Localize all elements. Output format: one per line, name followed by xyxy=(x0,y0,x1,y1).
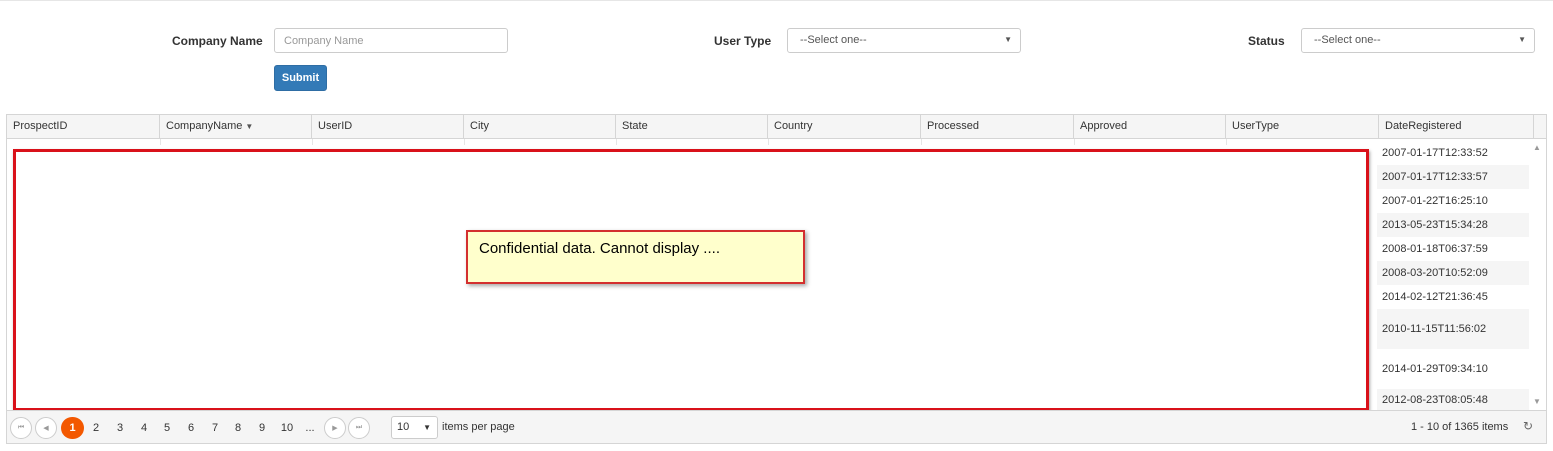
confidential-note: Confidential data. Cannot display .... xyxy=(466,230,805,284)
chevron-down-icon: ▼ xyxy=(423,423,431,432)
column-header-approved[interactable]: Approved xyxy=(1074,115,1226,138)
column-divider xyxy=(160,139,161,145)
first-page-icon[interactable]: ⏮ xyxy=(10,417,32,439)
column-header-prospect-id[interactable]: ProspectID xyxy=(7,115,160,138)
table-cell-date-registered: 2012-08-23T08:05:48 xyxy=(1377,389,1529,410)
prev-page-icon[interactable]: ◀ xyxy=(35,417,57,439)
table-cell-date-registered: 2007-01-17T12:33:52 xyxy=(1377,141,1529,165)
table-cell-date-registered: 2014-01-29T09:34:10 xyxy=(1377,349,1529,389)
page-button-10[interactable]: 10 xyxy=(277,417,297,439)
table-cell-date-registered: 2014-02-12T21:36:45 xyxy=(1377,285,1529,309)
pager-info: 1 - 10 of 1365 items xyxy=(1411,421,1509,433)
grid-header: ProspectID CompanyName ▼ UserID City Stat… xyxy=(7,115,1546,139)
column-header-user-id[interactable]: UserID xyxy=(312,115,464,138)
sort-desc-icon: ▼ xyxy=(245,122,254,131)
page-button-6[interactable]: 6 xyxy=(182,417,200,439)
last-page-icon[interactable]: ⏭ xyxy=(348,417,370,439)
page-button-more[interactable]: ... xyxy=(303,417,317,439)
page-button-3[interactable]: 3 xyxy=(111,417,129,439)
page-size-select[interactable]: 10 ▼ xyxy=(391,416,438,439)
page-button-4[interactable]: 4 xyxy=(135,417,153,439)
scroll-down-icon[interactable]: ▼ xyxy=(1533,397,1541,406)
column-divider xyxy=(616,139,617,145)
page-button-2[interactable]: 2 xyxy=(87,417,105,439)
column-header-user-type[interactable]: UserType xyxy=(1226,115,1379,138)
vertical-scrollbar[interactable]: ▲ ▼ xyxy=(1529,139,1546,410)
submit-button[interactable]: Submit xyxy=(274,65,327,91)
refresh-icon[interactable]: ↻ xyxy=(1523,419,1533,433)
table-cell-date-registered: 2013-05-23T15:34:28 xyxy=(1377,213,1529,237)
column-header-country[interactable]: Country xyxy=(768,115,921,138)
page-button-5[interactable]: 5 xyxy=(158,417,176,439)
items-per-page-label: items per page xyxy=(442,421,515,433)
page-button-9[interactable]: 9 xyxy=(253,417,271,439)
redaction-overlay: Confidential data. Cannot display .... xyxy=(13,149,1369,411)
next-page-icon[interactable]: ▶ xyxy=(324,417,346,439)
page-size-value: 10 xyxy=(397,421,410,433)
column-divider xyxy=(1226,139,1227,145)
scroll-up-icon[interactable]: ▲ xyxy=(1533,143,1541,152)
column-header-state[interactable]: State xyxy=(616,115,768,138)
grid-pager: ⏮ ◀ 1 2 3 4 5 6 7 8 9 10 ... ▶ ⏭ 10 ▼ it… xyxy=(7,410,1546,443)
status-label: Status xyxy=(1248,34,1285,48)
column-divider xyxy=(768,139,769,145)
column-header-date-registered[interactable]: DateRegistered xyxy=(1379,115,1534,138)
status-select[interactable]: --Select one-- ▼ xyxy=(1301,28,1535,53)
page-button-8[interactable]: 8 xyxy=(229,417,247,439)
page-button-7[interactable]: 7 xyxy=(206,417,224,439)
grid-body: 2007-01-17T12:33:52 2007-01-17T12:33:57 … xyxy=(7,139,1546,411)
column-divider xyxy=(921,139,922,145)
table-cell-date-registered: 2008-03-20T10:52:09 xyxy=(1377,261,1529,285)
table-cell-date-registered: 2007-01-17T12:33:57 xyxy=(1377,165,1529,189)
chevron-down-icon: ▼ xyxy=(1518,35,1526,44)
column-divider xyxy=(1074,139,1075,145)
column-divider xyxy=(464,139,465,145)
column-header-processed[interactable]: Processed xyxy=(921,115,1074,138)
page-button-1[interactable]: 1 xyxy=(61,417,84,439)
table-cell-date-registered: 2008-01-18T06:37:59 xyxy=(1377,237,1529,261)
table-cell-date-registered: 2007-01-22T16:25:10 xyxy=(1377,189,1529,213)
top-divider xyxy=(0,0,1553,1)
column-header-city[interactable]: City xyxy=(464,115,616,138)
prospects-grid: ProspectID CompanyName ▼ UserID City Stat… xyxy=(6,114,1547,444)
table-cell-date-registered: 2010-11-15T11:56:02 xyxy=(1377,309,1529,349)
column-header-company-name[interactable]: CompanyName ▼ xyxy=(160,115,312,138)
column-divider xyxy=(312,139,313,145)
status-selected-value: --Select one-- xyxy=(1314,34,1381,46)
status-filter: Status --Select one-- ▼ xyxy=(0,28,1540,54)
